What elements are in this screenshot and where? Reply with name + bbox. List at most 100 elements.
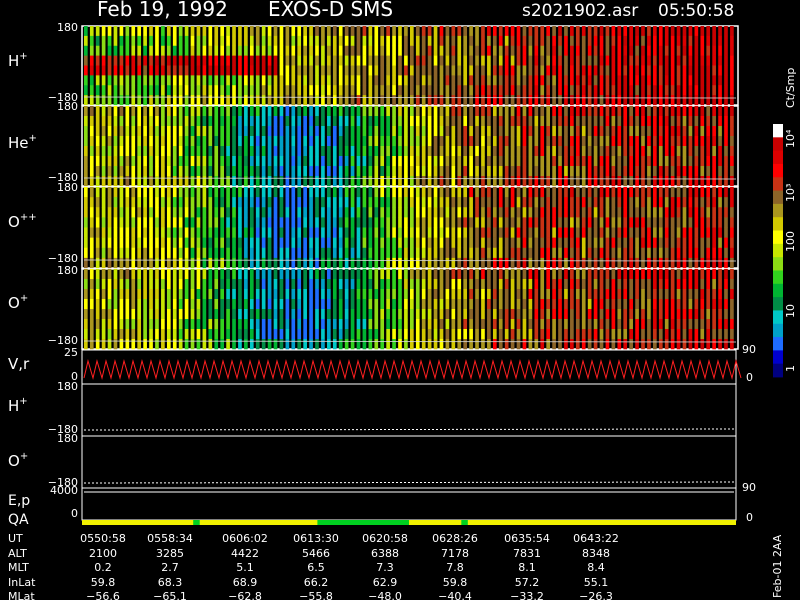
colorbar-swatch: [773, 257, 783, 271]
orbit-cell: −55.8: [299, 590, 333, 600]
colorbar-unit: Ct/Smp: [784, 68, 797, 108]
colorbar-swatch: [773, 177, 783, 191]
lower-panels: [81, 349, 742, 525]
tick-h-max: 180: [57, 21, 78, 34]
tick-vr-right-max: 90: [742, 343, 756, 356]
qa-green-segment: [193, 520, 200, 525]
orbit-row-label: InLat: [8, 576, 36, 589]
orbit-cell: 6.5: [307, 561, 325, 574]
orbit-cell: 8348: [582, 547, 610, 560]
orbit-cell: 59.8: [91, 576, 116, 589]
colorbar-swatch: [773, 230, 783, 245]
orbit-cell: 57.2: [515, 576, 540, 589]
orbit-cell: 5.1: [236, 561, 254, 574]
colorbar-ticks: 1 10 100 10³ 10⁴: [784, 129, 797, 372]
orbit-table: UTALTMLTInLatMLat0550:5821000.259.8−56.6…: [8, 532, 619, 600]
orbit-cell: 8.4: [587, 561, 605, 574]
colorbar-swatch: [773, 323, 783, 338]
panel-label-o-plus-2: O+: [8, 451, 28, 470]
orbit-cell: 4422: [231, 547, 259, 560]
orbit-cell: 0635:54: [504, 532, 550, 545]
cbar-tick-10: 10: [784, 304, 797, 318]
footer-note: Feb-01 2AA: [771, 534, 784, 598]
sms-spectrogram-figure: Feb 19, 1992 EXOS-D SMS s2021902.asr 05:…: [8, 0, 797, 600]
orbit-cell: 7831: [513, 547, 541, 560]
header-mission: EXOS-D SMS: [268, 0, 393, 21]
orbit-cell: −33.2: [510, 590, 544, 600]
colorbar-swatch: [773, 150, 783, 165]
tick-vr-right-min: 0: [746, 371, 753, 384]
tick-ep-min: 0: [71, 507, 78, 520]
colorbar-swatch: [773, 203, 783, 218]
orbit-cell: 68.9: [233, 576, 258, 589]
orbit-cell: 5466: [302, 547, 330, 560]
panel-label-qa: QA: [8, 512, 29, 528]
cbar-tick-10000: 10⁴: [784, 129, 797, 148]
orbit-cell: 2100: [89, 547, 117, 560]
orbit-row-label: MLat: [8, 590, 35, 600]
panel-label-vr: V,r: [8, 355, 30, 373]
panel-label-h-plus-2: H+: [8, 396, 28, 415]
colorbar-swatch: [773, 217, 783, 231]
cbar-tick-1000: 10³: [784, 184, 797, 202]
spectrogram-he_plus: [81, 105, 739, 187]
orbit-cell: 62.9: [373, 576, 398, 589]
colorbar-swatch: [773, 137, 783, 152]
colorbar-swatch: [773, 163, 783, 178]
colorbar-swatch: [773, 310, 783, 325]
orbit-cell: 0606:02: [222, 532, 268, 545]
tick-h2-max: 180: [57, 380, 78, 393]
colorbar-swatch: [773, 337, 783, 351]
orbit-row-label: MLT: [8, 561, 29, 574]
colorbar-swatch: [773, 363, 783, 378]
orbit-cell: 0643:22: [573, 532, 619, 545]
o2-panel-frame: [81, 435, 737, 489]
h2-panel-frame: [81, 383, 737, 437]
panel-label-o-plus-plus: O++: [8, 212, 37, 231]
tick-vr-max: 25: [64, 346, 78, 359]
orbit-cell: 7.3: [376, 561, 394, 574]
colorbar-swatch: [773, 270, 783, 285]
orbit-cell: 7178: [441, 547, 469, 560]
orbit-cell: −56.6: [86, 590, 120, 600]
orbit-cell: −26.3: [579, 590, 613, 600]
orbit-cell: 8.1: [518, 561, 536, 574]
orbit-cell: −65.1: [153, 590, 187, 600]
orbit-cell: 68.3: [158, 576, 183, 589]
tick-ep-right-max: 90: [742, 481, 756, 494]
header-file: s2021902.asr: [522, 1, 638, 21]
cbar-tick-100: 100: [784, 231, 797, 252]
panel-label-o-plus: O+: [8, 293, 28, 312]
cbar-tick-1: 1: [784, 365, 797, 372]
orbit-cell: 6388: [371, 547, 399, 560]
spectrogram-o_plus: [81, 268, 739, 350]
orbit-cell: 0558:34: [147, 532, 193, 545]
orbit-cell: −48.0: [368, 590, 402, 600]
orbit-cell: −40.4: [438, 590, 472, 600]
spectrogram-h_plus: [81, 25, 739, 106]
qa-green-segment: [317, 520, 409, 525]
header-time: 05:50:58: [658, 1, 734, 21]
orbit-row-label: UT: [8, 532, 23, 545]
orbit-cell: 0613:30: [293, 532, 339, 545]
tick-opp-max: 180: [57, 181, 78, 194]
orbit-cell: 59.8: [443, 576, 468, 589]
panel-labels: H+ He+ O++ O+ V,r H+ O+ E,p QA: [8, 51, 37, 528]
tick-ep-right-min: 0: [746, 511, 753, 524]
orbit-row-label: ALT: [8, 547, 27, 560]
header-date: Feb 19, 1992: [97, 0, 228, 21]
colorbar-swatch: [773, 124, 783, 138]
orbit-cell: 0550:58: [80, 532, 126, 545]
orbit-cell: 0628:26: [432, 532, 478, 545]
panel-label-ep: E,p: [8, 493, 30, 509]
spectrogram-o_pp: [81, 186, 739, 269]
orbit-cell: 2.7: [161, 561, 179, 574]
tick-op-max: 180: [57, 264, 78, 277]
qa-green-segment: [461, 520, 468, 525]
orbit-cell: 0620:58: [362, 532, 408, 545]
orbit-cell: 66.2: [304, 576, 329, 589]
colorbar-swatch: [773, 190, 783, 205]
spectrogram-panels: [81, 25, 739, 350]
colorbar-swatch: [773, 297, 783, 311]
colorbar-swatch: [773, 243, 783, 258]
